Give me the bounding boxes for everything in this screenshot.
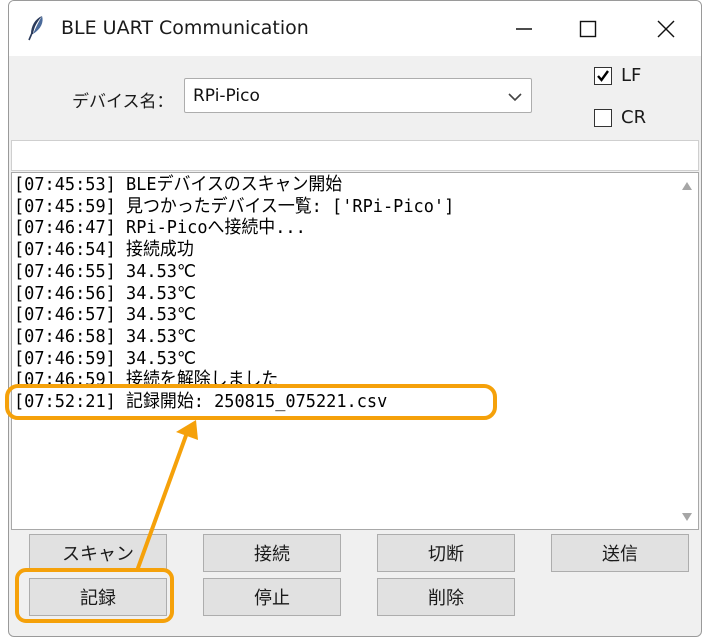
window-title: BLE UART Communication <box>61 17 309 39</box>
chevron-down-icon[interactable] <box>505 87 525 107</box>
cr-option[interactable]: CR <box>594 107 646 128</box>
title-bar[interactable]: BLE UART Communication <box>9 1 701 56</box>
close-button[interactable] <box>634 1 698 56</box>
minimize-icon <box>516 27 532 30</box>
log-line: [07:46:55] 34.53℃ <box>14 260 196 282</box>
checkmark-icon <box>597 69 609 82</box>
send-button[interactable]: 送信 <box>551 534 689 572</box>
log-line-highlighted: [07:52:21] 記録開始: 250815_075221.csv <box>14 391 388 413</box>
lf-option[interactable]: LF <box>594 65 641 86</box>
send-message-input[interactable] <box>11 140 699 171</box>
close-icon <box>657 20 675 37</box>
log-line: [07:45:59] 見つかったデバイス一覧: ['RPi-Pico'] <box>14 195 455 217</box>
minimize-button[interactable] <box>492 1 556 56</box>
log-scrollbar[interactable] <box>676 173 698 529</box>
device-name-label: デバイス名： <box>72 92 174 112</box>
stop-button[interactable]: 停止 <box>203 578 341 616</box>
disconnect-button[interactable]: 切断 <box>377 534 515 572</box>
lf-label: LF <box>621 65 642 86</box>
maximize-icon <box>579 20 597 37</box>
log-line: [07:46:47] RPi-Picoへ接続中... <box>14 217 306 239</box>
maximize-button[interactable] <box>556 1 620 56</box>
cr-checkbox[interactable] <box>594 108 612 127</box>
log-text-area[interactable]: [07:45:53] BLEデバイスのスキャン開始 [07:45:59] 見つか… <box>11 172 699 530</box>
cr-label: CR <box>621 107 647 128</box>
app-window: BLE UART Communication デバイス名： RPi-Pico L… <box>8 0 702 637</box>
connect-button[interactable]: 接続 <box>203 534 341 572</box>
device-select-value: RPi-Pico <box>193 86 260 106</box>
log-lines: [07:45:53] BLEデバイスのスキャン開始 [07:45:59] 見つか… <box>14 174 674 413</box>
log-line: [07:46:54] 接続成功 <box>14 239 194 261</box>
log-line: [07:46:59] 接続を解除しました <box>14 369 279 391</box>
scroll-up-arrow-icon[interactable] <box>680 180 694 192</box>
device-select[interactable]: RPi-Pico <box>184 78 532 113</box>
log-line: [07:46:57] 34.53℃ <box>14 304 196 326</box>
log-line: [07:46:58] 34.53℃ <box>14 325 196 347</box>
log-line: [07:46:59] 34.53℃ <box>14 347 196 369</box>
feather-icon <box>28 16 43 41</box>
log-line: [07:45:53] BLEデバイスのスキャン開始 <box>14 174 343 195</box>
lf-checkbox[interactable] <box>594 66 612 85</box>
log-line: [07:46:56] 34.53℃ <box>14 282 196 304</box>
scan-button[interactable]: スキャン <box>29 534 167 572</box>
scroll-down-arrow-icon[interactable] <box>680 511 694 523</box>
clear-button[interactable]: 削除 <box>377 578 515 616</box>
record-button[interactable]: 記録 <box>29 578 167 616</box>
